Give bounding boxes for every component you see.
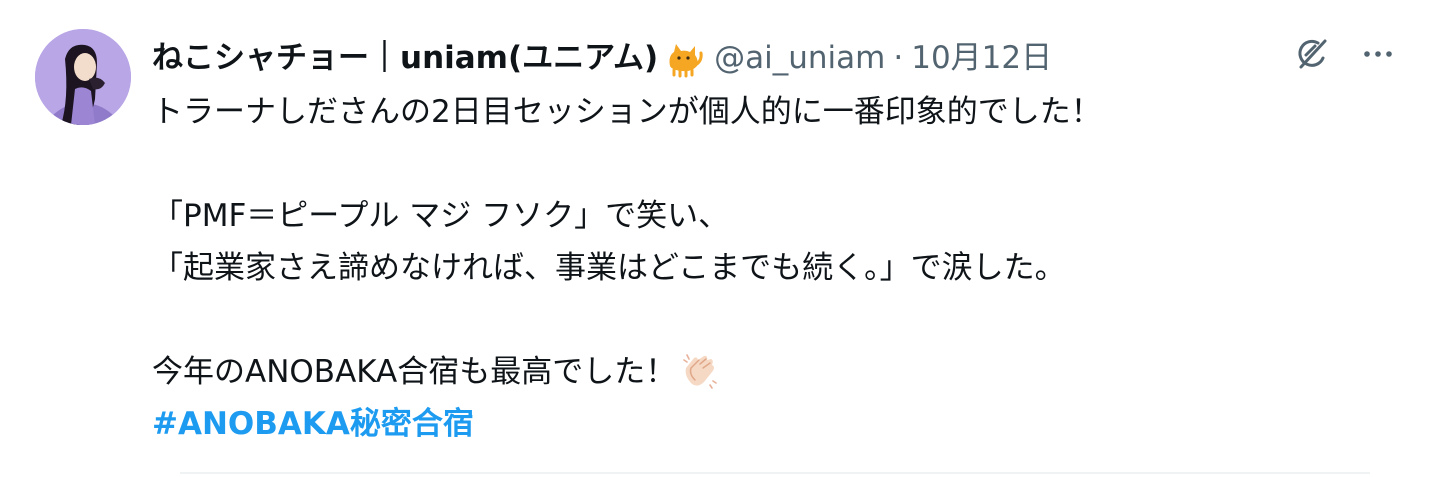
tweet-text: トラーナしださんの2日目セッションが個人的に一番印象的でした！ 「PMF＝ピープ… <box>152 86 1402 450</box>
more-options-button[interactable] <box>1354 30 1402 78</box>
tweet-header: ねこシャチョー｜uniam(ユニアム) @ai_uniam · 10月12日 <box>152 34 1052 82</box>
tweet-line: トラーナしださんの2日目セッションが個人的に一番印象的でした！ <box>152 94 1102 130</box>
author-handle[interactable]: @ai_uniam <box>714 34 885 82</box>
avatar-portrait-icon <box>35 29 131 125</box>
hashtag-line: #ANOBAKA秘密合宿 <box>152 398 1402 450</box>
header-separator: · <box>893 40 904 76</box>
grok-icon <box>1298 39 1327 69</box>
tweet-line: 「PMF＝ピープル マジ フソク」で笑い、 <box>152 198 730 234</box>
more-icon <box>1364 51 1392 57</box>
tweet-date[interactable]: 10月12日 <box>911 34 1052 82</box>
grok-button[interactable] <box>1288 30 1336 78</box>
author-display-name[interactable]: ねこシャチョー｜uniam(ユニアム) <box>152 34 658 82</box>
clapping-hands-icon <box>680 350 720 390</box>
hashtag-link[interactable]: #ANOBAKA秘密合宿 <box>152 406 474 442</box>
tweet-line: 「起業家さえ諦めなければ、事業はどこまでも続く。」で涙した。 <box>152 250 1066 286</box>
author-avatar[interactable] <box>35 29 131 125</box>
tweet-divider <box>180 472 1370 474</box>
tweet-line-with-emoji: 今年のANOBAKA合宿も最高でした！ <box>152 346 1402 398</box>
cat-emoji-icon <box>664 38 704 78</box>
tweet[interactable]: ねこシャチョー｜uniam(ユニアム) @ai_uniam · 10月12日 ト… <box>0 0 1440 477</box>
tweet-line: 今年のANOBAKA合宿も最高でした！ <box>152 354 677 390</box>
